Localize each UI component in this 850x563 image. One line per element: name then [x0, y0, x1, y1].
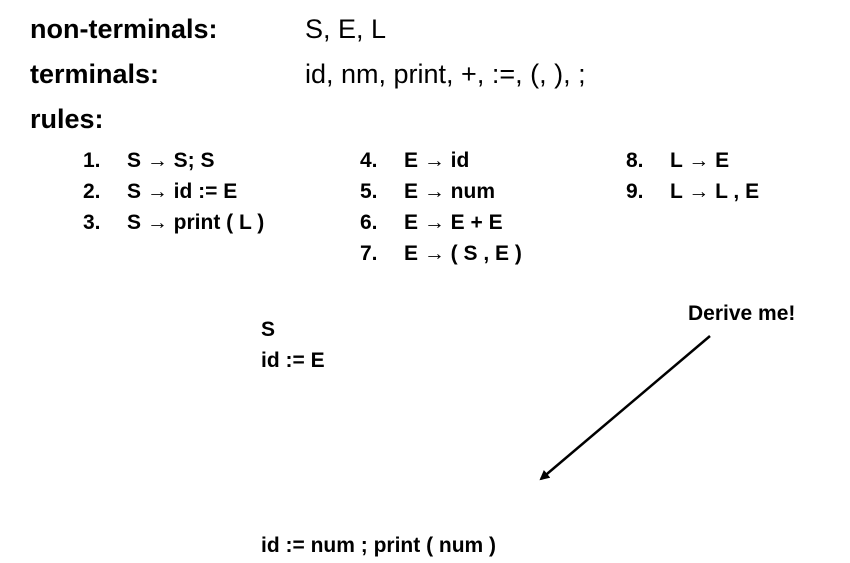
callout-arrow-icon [539, 335, 711, 481]
